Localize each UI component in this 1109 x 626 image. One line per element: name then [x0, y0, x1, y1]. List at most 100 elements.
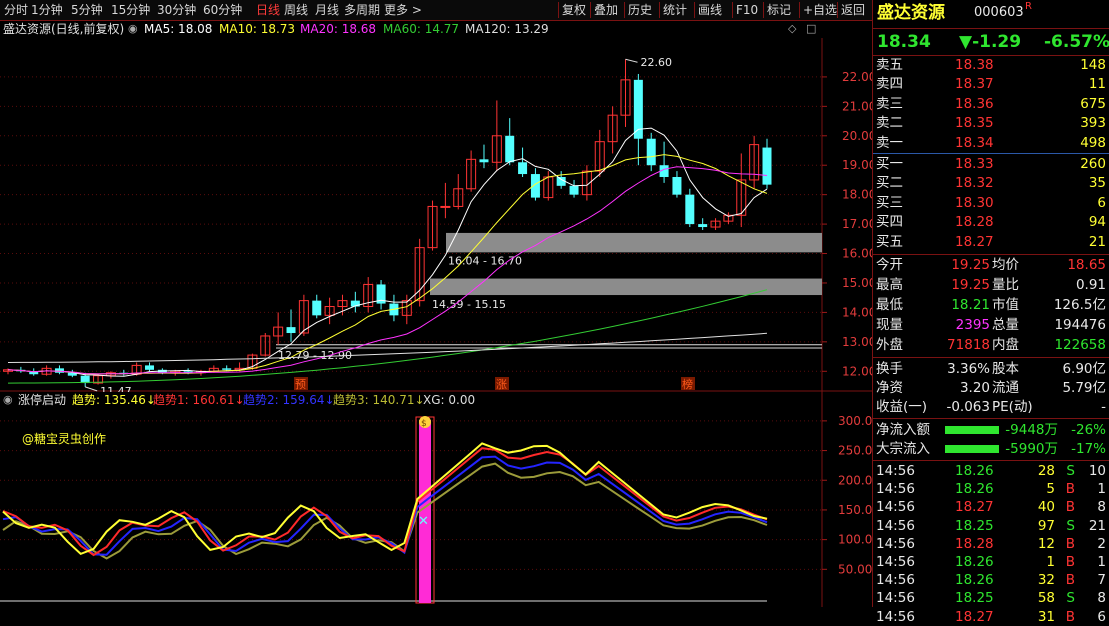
panel-divider [873, 28, 1109, 29]
last-price: 18.34 [877, 32, 931, 52]
indicator-settings-icon[interactable]: ◉ [3, 392, 13, 408]
xg-label: XG: 0.00 [423, 393, 476, 407]
price-row: 18.34 ▼-1.29 -6.57% [873, 31, 1109, 53]
bid-row-3[interactable]: 买四 18.28 94 [873, 212, 1109, 232]
candle-down [479, 159, 489, 163]
ask-row-1[interactable]: 卖四 18.37 11 [873, 74, 1109, 94]
ask-row-3[interactable]: 卖二 18.35 393 [873, 113, 1109, 133]
ask-volume: 675 [1080, 95, 1106, 112]
period-tab-0[interactable]: 分时 [4, 0, 28, 20]
bid-level: 买三 [876, 194, 903, 211]
tick-price: 18.25 [955, 590, 994, 607]
bid-level: 买一 [876, 156, 903, 172]
toolbar-button-8[interactable]: 返回 [841, 0, 865, 20]
panel-divider [873, 418, 1109, 419]
indicator-tick-label: 200.0 [838, 473, 872, 487]
toolbar-button-7[interactable]: +自选 [803, 0, 837, 20]
period-tab-3[interactable]: 15分钟 [111, 0, 150, 20]
tick-count: 1 [1097, 481, 1106, 498]
stat-row-2: 最低 18.21 市值 126.5亿 [873, 295, 1109, 315]
period-tab-2[interactable]: 5分钟 [71, 0, 103, 20]
y-tick-label: 18.00 [842, 188, 872, 202]
tick-side: B [1065, 554, 1075, 570]
toolbar-button-0[interactable]: 复权 [562, 0, 586, 20]
trend2-label: 趋势2: 159.64↓ [243, 393, 335, 407]
bid-volume: 21 [1088, 233, 1106, 250]
tick-volume: 58 [1037, 590, 1055, 607]
stock-badge: R [1025, 1, 1032, 12]
stat2-label: 流通 [992, 380, 1019, 396]
tick-volume: 1 [1046, 554, 1055, 570]
close-icon[interactable]: □ [806, 21, 816, 37]
indicator-tick-label: 150.0 [838, 503, 872, 517]
flow-amount: -9448万 [1005, 422, 1058, 438]
indicator-chart[interactable]: 300.0 250.0 200.0 150.0 100.0 50.00 $ ✕ [0, 392, 872, 607]
bid-volume: 35 [1088, 175, 1106, 192]
period-tab-9[interactable]: 多周期 [344, 0, 380, 20]
candle-down [646, 138, 656, 166]
stock-code: 000603 [974, 5, 1024, 20]
stat2-value: -0.063 [946, 399, 990, 415]
candle-down [698, 224, 708, 228]
candlestick-chart[interactable]: 22.00 21.00 20.00 19.00 18.00 17.00 16.00 15.00… [0, 38, 872, 392]
bid-volume: 6 [1097, 194, 1106, 211]
tick-side: B [1065, 499, 1075, 516]
bid-row-0[interactable]: 买一 18.33 260 [873, 154, 1109, 174]
tick-row-0: 14:56 18.26 28 S 10 [873, 462, 1109, 480]
stat2-label: 股本 [992, 361, 1019, 377]
tick-price: 18.25 [955, 517, 994, 534]
flow-label: 大宗流入 [876, 441, 930, 457]
stat-value: 18.65 [1067, 257, 1106, 273]
period-tab-1[interactable]: 1分钟 [31, 0, 63, 20]
ask-price: 18.38 [955, 57, 994, 73]
toolbar-divider [624, 2, 625, 18]
toolbar-button-5[interactable]: F10 [736, 0, 758, 20]
ma10-label: MA10: 18.73 [219, 22, 296, 36]
bid-volume: 260 [1080, 156, 1106, 172]
ask-row-4[interactable]: 卖一 18.34 498 [873, 133, 1109, 153]
ask-row-2[interactable]: 卖三 18.36 675 [873, 94, 1109, 114]
tick-time: 14:56 [876, 554, 915, 570]
toolbar-button-6[interactable]: 标记 [767, 0, 791, 20]
stat-row-0: 今开 19.25 均价 18.65 [873, 255, 1109, 275]
period-tab-7[interactable]: 周线 [284, 0, 308, 20]
flow-label: 净流入额 [876, 422, 930, 438]
stat2-value: 6.90亿 [1062, 361, 1106, 377]
toolbar-button-3[interactable]: 统计 [663, 0, 687, 20]
diamond-icon[interactable]: ◇ [788, 21, 796, 37]
stat-label: 现量 [876, 317, 903, 333]
settings-icon[interactable]: ◉ [128, 21, 138, 37]
period-tab-8[interactable]: 月线 [315, 0, 339, 20]
event-marker: 涨 [496, 378, 507, 391]
stat2-label: 收益(一) [876, 399, 928, 415]
candle-down [518, 162, 528, 175]
tick-row-5: 14:56 18.26 1 B 1 [873, 553, 1109, 571]
bid-row-2[interactable]: 买三 18.30 6 [873, 193, 1109, 213]
period-tab-4[interactable]: 30分钟 [157, 0, 196, 20]
tick-side: B [1065, 481, 1075, 498]
bid-row-1[interactable]: 买二 18.32 35 [873, 173, 1109, 193]
stat-label: 外盘 [876, 337, 903, 353]
ask-level: 卖四 [876, 76, 903, 93]
ask-volume: 393 [1080, 115, 1106, 132]
ma60-label: MA60: 14.77 [383, 22, 460, 36]
ask-volume: 11 [1088, 76, 1106, 93]
stat2-value: 3.36% [947, 361, 990, 377]
bid-price: 18.27 [955, 233, 994, 250]
stat2-row-0: 换手 3.36% 股本 6.90亿 [873, 359, 1109, 379]
toolbar-button-4[interactable]: 画线 [698, 0, 722, 20]
flow-row-1: 大宗流入 -5990万 -17% [873, 439, 1109, 459]
tick-side: S [1066, 517, 1075, 534]
period-tab-10[interactable]: 更多 > [384, 0, 422, 20]
stat2-row-2: 收益(一) -0.063 PE(动) - [873, 397, 1109, 417]
period-tab-5[interactable]: 60分钟 [203, 0, 242, 20]
stat-value: 126.5亿 [1053, 297, 1106, 313]
stat-row-1: 最高 19.25 量比 0.91 [873, 275, 1109, 295]
bid-row-4[interactable]: 买五 18.27 21 [873, 232, 1109, 252]
toolbar-button-1[interactable]: 叠加 [594, 0, 618, 20]
tick-time: 14:56 [876, 608, 915, 625]
period-tab-6[interactable]: 日线 [256, 0, 280, 20]
ask-row-0[interactable]: 卖五 18.38 148 [873, 55, 1109, 75]
tick-count: 10 [1088, 463, 1106, 479]
toolbar-button-2[interactable]: 历史 [628, 0, 652, 20]
